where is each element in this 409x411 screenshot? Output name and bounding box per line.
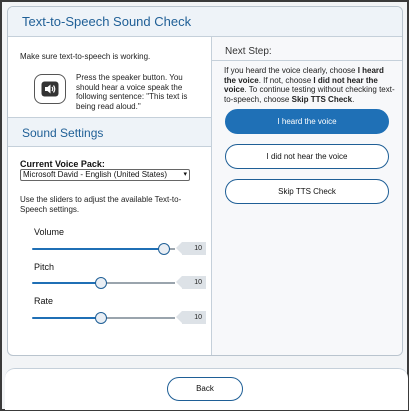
back-button[interactable]: Back [167, 377, 243, 401]
chevron-down-icon: ▾ [183, 171, 187, 178]
voice-pack-value: Microsoft David - English (United States… [23, 170, 168, 179]
rate-slider[interactable] [32, 312, 175, 324]
next-step-divider [212, 60, 402, 61]
next-step-instructions: If you heard the voice clearly, choose I… [224, 66, 395, 104]
slider-hint: Use the sliders to adjust the available … [20, 195, 182, 214]
sound-settings-title: Sound Settings [22, 126, 104, 140]
heard-voice-button[interactable]: I heard the voice [225, 109, 389, 134]
left-panel: Make sure text-to-speech is working. Pre… [8, 37, 211, 355]
speaker-button[interactable] [34, 74, 66, 104]
next-step-label: Next Step: [225, 46, 272, 57]
skip-tts-button[interactable]: Skip TTS Check [225, 179, 389, 204]
slider-track-rest [101, 317, 175, 319]
pitch-slider-thumb[interactable] [95, 277, 107, 289]
volume-slider[interactable] [32, 243, 175, 255]
speaker-instruction: Press the speaker button. You should hea… [76, 73, 188, 111]
app-frame: Text-to-Speech Sound Check Make sure tex… [0, 0, 409, 411]
footer-bar: Back [5, 368, 408, 410]
page-title: Text-to-Speech Sound Check [22, 14, 192, 29]
not-heard-voice-button[interactable]: I did not hear the voice [225, 144, 389, 169]
rate-value: 10 [176, 311, 206, 324]
pitch-value: 10 [176, 276, 206, 289]
sound-settings-header: Sound Settings [8, 117, 211, 147]
next-step-panel: Next Step: If you heard the voice clearl… [212, 37, 402, 355]
voice-pack-label: Current Voice Pack: [20, 159, 105, 169]
voice-pack-select[interactable]: Microsoft David - English (United States… [20, 169, 190, 181]
slider-track-rest [101, 282, 175, 284]
volume-value: 10 [176, 242, 206, 255]
rate-slider-thumb[interactable] [95, 312, 107, 324]
card-header: Text-to-Speech Sound Check [8, 7, 402, 37]
volume-label: Volume [34, 227, 65, 237]
speaker-icon [41, 81, 59, 97]
pitch-slider[interactable] [32, 277, 175, 289]
rate-label: Rate [34, 296, 54, 306]
pitch-label: Pitch [34, 262, 55, 272]
intro-text: Make sure text-to-speech is working. [20, 52, 151, 61]
volume-slider-thumb[interactable] [158, 243, 170, 255]
tts-check-card: Text-to-Speech Sound Check Make sure tex… [7, 6, 403, 356]
